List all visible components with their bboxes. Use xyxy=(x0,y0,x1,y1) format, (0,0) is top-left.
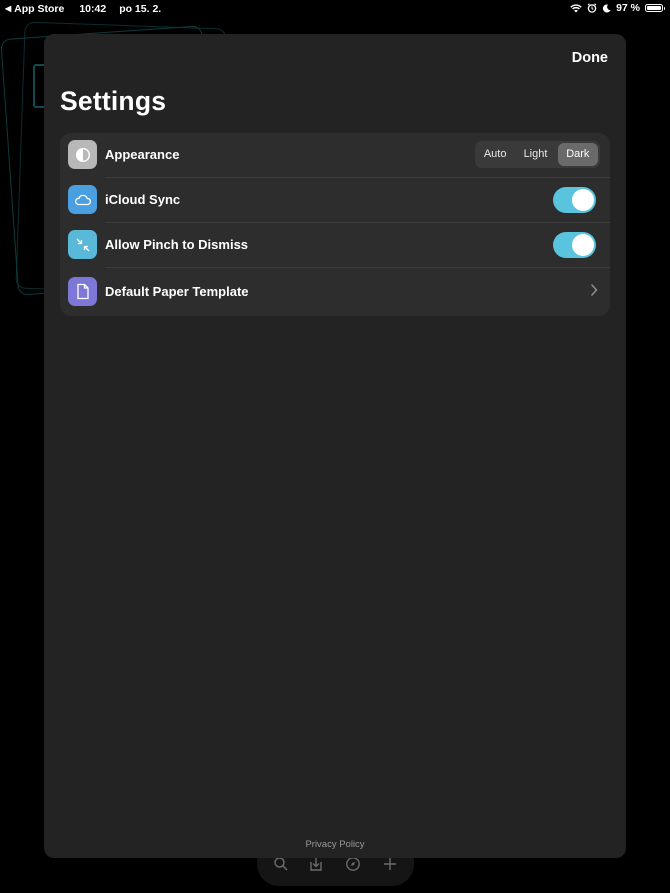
icloud-sync-toggle[interactable] xyxy=(553,187,596,213)
contrast-icon xyxy=(68,140,97,169)
appearance-option-auto[interactable]: Auto xyxy=(475,141,515,168)
settings-row-pinch-dismiss: Allow Pinch to Dismiss xyxy=(60,223,610,268)
status-bar: ◀ App Store 10:42 po 15. 2. 97 % xyxy=(0,0,670,17)
settings-row-paper-template[interactable]: Default Paper Template xyxy=(60,270,610,315)
compass-icon[interactable] xyxy=(345,856,361,872)
alarm-icon xyxy=(587,3,597,13)
pinch-dismiss-toggle[interactable] xyxy=(553,232,596,258)
battery-percentage: 97 % xyxy=(616,2,640,14)
document-icon xyxy=(68,277,97,306)
appearance-option-dark[interactable]: Dark xyxy=(557,143,598,166)
settings-group: Appearance Auto Light Dark iCloud Sync A… xyxy=(60,133,610,316)
appearance-segmented-control: Auto Light Dark xyxy=(475,141,600,168)
import-icon[interactable] xyxy=(308,856,324,872)
wifi-icon xyxy=(570,3,582,12)
divider xyxy=(105,267,610,268)
battery-icon xyxy=(645,4,665,12)
moon-icon xyxy=(602,3,611,12)
back-arrow-icon[interactable]: ◀ xyxy=(5,3,11,15)
paper-template-label: Default Paper Template xyxy=(105,284,249,299)
done-button[interactable]: Done xyxy=(572,50,608,66)
date: po 15. 2. xyxy=(119,3,162,15)
settings-row-appearance: Appearance Auto Light Dark xyxy=(60,133,610,178)
cloud-icon xyxy=(68,185,97,214)
clock: 10:42 xyxy=(79,3,107,15)
appearance-label: Appearance xyxy=(105,147,180,162)
plus-icon[interactable] xyxy=(382,856,398,872)
icloud-sync-label: iCloud Sync xyxy=(105,192,181,207)
pinch-icon xyxy=(68,230,97,259)
appearance-option-light[interactable]: Light xyxy=(515,141,555,168)
settings-sheet: Done Settings Appearance Auto Light Dark xyxy=(44,34,626,858)
page-title: Settings xyxy=(60,86,167,116)
pinch-dismiss-label: Allow Pinch to Dismiss xyxy=(105,237,249,252)
search-icon[interactable] xyxy=(273,856,289,872)
settings-row-icloud-sync: iCloud Sync xyxy=(60,178,610,223)
chevron-right-icon xyxy=(590,283,598,297)
back-to-app-label[interactable]: App Store xyxy=(14,3,64,15)
privacy-policy-link[interactable]: Privacy Policy xyxy=(44,839,626,850)
